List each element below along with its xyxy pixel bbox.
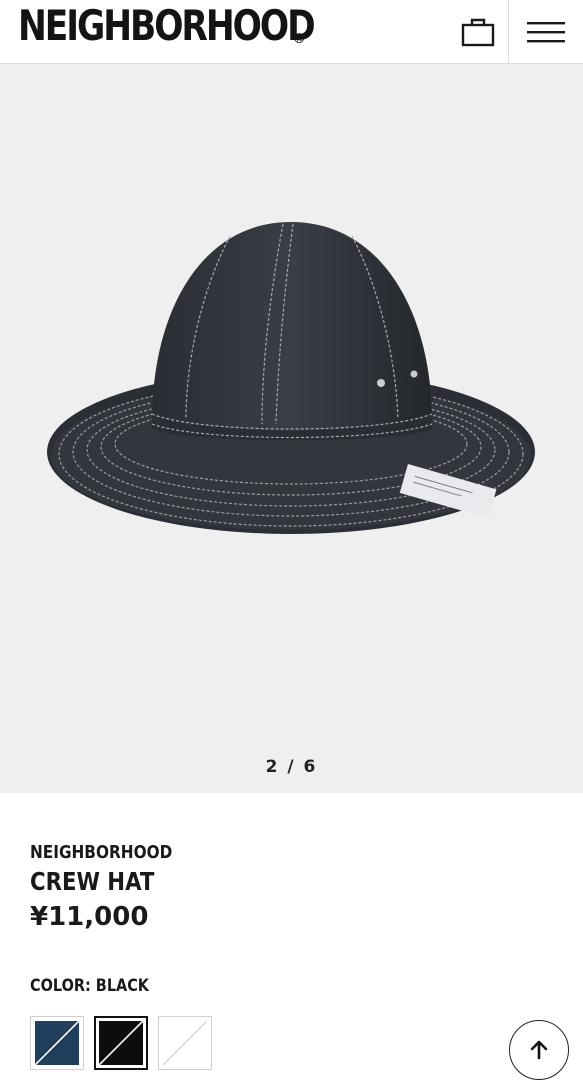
- swatch-navy[interactable]: [30, 1016, 84, 1070]
- swatch-black[interactable]: [94, 1016, 148, 1070]
- navy-swatch-icon: [35, 1021, 79, 1065]
- product-price: ¥11,000: [30, 902, 149, 932]
- swatch-white[interactable]: [158, 1016, 212, 1070]
- black-swatch-icon: [99, 1021, 143, 1065]
- hamburger-menu-icon: [527, 22, 565, 43]
- cart-button[interactable]: [448, 0, 508, 64]
- registered-mark: ®: [294, 30, 305, 46]
- product-image[interactable]: [0, 64, 583, 793]
- menu-button[interactable]: [508, 0, 583, 64]
- product-info: NEIGHBORHOOD CREW HAT ¥11,000: [30, 842, 197, 932]
- arrow-up-icon: [530, 1040, 548, 1060]
- image-counter: 2 / 6: [265, 757, 318, 777]
- brand-logo[interactable]: NEIGHBORHOOD: [18, 2, 316, 50]
- product-title: CREW HAT: [30, 867, 155, 896]
- product-image-gallery[interactable]: 2 / 6: [0, 64, 583, 793]
- white-swatch-icon: [163, 1021, 207, 1065]
- color-swatches: [30, 1016, 212, 1070]
- shopping-bag-icon: [461, 18, 495, 47]
- product-brand: NEIGHBORHOOD: [30, 842, 173, 863]
- color-label: COLOR: BLACK: [30, 976, 150, 996]
- site-header: NEIGHBORHOOD ®: [0, 0, 583, 64]
- back-to-top-button[interactable]: [509, 1020, 569, 1080]
